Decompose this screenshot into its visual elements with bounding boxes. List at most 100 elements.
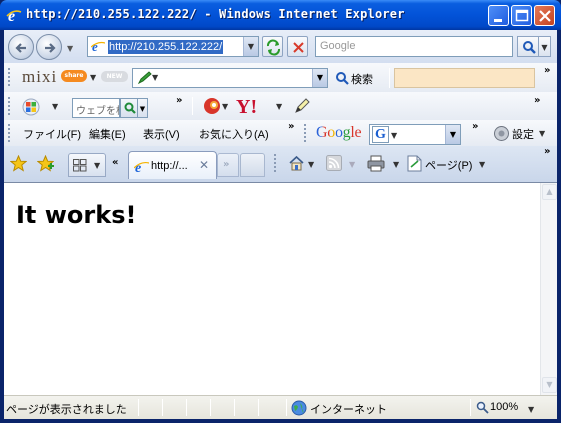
status-divider bbox=[138, 399, 139, 416]
scroll-tabs-left-icon[interactable]: « bbox=[112, 157, 119, 168]
home-icon[interactable] bbox=[288, 155, 305, 172]
page-heading: It works! bbox=[16, 201, 137, 229]
toolbar-grip[interactable] bbox=[304, 124, 306, 142]
globe-dropdown-icon[interactable]: ▼ bbox=[222, 102, 228, 111]
toolbar-grip[interactable] bbox=[8, 68, 10, 88]
menu-favorites[interactable]: お気に入り(A) bbox=[199, 126, 269, 142]
svg-text:e: e bbox=[135, 161, 141, 174]
settings-dropdown-icon[interactable]: ▼ bbox=[539, 129, 545, 138]
browser-frame: ▼ e http://210.255.122.222/ ▼ Google ▼ m… bbox=[4, 30, 557, 419]
menu-overflow-chevron-icon[interactable]: » bbox=[288, 121, 295, 132]
google-logo[interactable]: Google bbox=[316, 124, 362, 142]
zoom-level[interactable]: 100% bbox=[490, 401, 518, 413]
menu-file[interactable]: ファイル(F) bbox=[23, 126, 81, 142]
mixi-search-label[interactable]: 検索 bbox=[351, 71, 373, 87]
google-g-icon[interactable]: G bbox=[372, 126, 389, 143]
page-icon[interactable] bbox=[407, 155, 422, 172]
favorites-star-icon[interactable] bbox=[10, 155, 27, 172]
toolbar-grip[interactable] bbox=[8, 97, 10, 115]
add-to-favorites-icon[interactable] bbox=[37, 155, 54, 172]
refresh-button[interactable] bbox=[262, 36, 283, 57]
toolbar-overflow-chevron-icon[interactable]: » bbox=[534, 95, 541, 106]
status-divider bbox=[258, 399, 259, 416]
home-dropdown-icon[interactable]: ▼ bbox=[308, 160, 314, 169]
minimize-button[interactable] bbox=[488, 5, 509, 26]
new-tab-button[interactable] bbox=[240, 153, 265, 177]
scroll-tabs-right-button[interactable]: » bbox=[217, 153, 239, 177]
google-combo-dropdown-icon[interactable]: ▼ bbox=[445, 125, 460, 144]
google-toolbar-overflow-chevron-icon[interactable]: » bbox=[472, 121, 479, 132]
tab-bar: ▼ « e http://... ✕ » ▼ ▼ ▼ ページ(P) ▼ » bbox=[4, 146, 557, 182]
refresh-icon bbox=[267, 39, 280, 56]
web-search-input[interactable]: ウェブを検 bbox=[72, 98, 120, 118]
address-dropdown-icon[interactable]: ▼ bbox=[243, 37, 258, 56]
scroll-down-arrow-icon[interactable]: ▼ bbox=[542, 377, 557, 393]
address-bar[interactable]: e http://210.255.122.222/ ▼ bbox=[87, 36, 259, 57]
svg-text:e: e bbox=[8, 8, 15, 23]
tab-list-dropdown-icon[interactable]: ▼ bbox=[94, 161, 100, 170]
command-bar-overflow-chevron-icon[interactable]: » bbox=[544, 146, 551, 157]
feed-dropdown-icon[interactable]: ▼ bbox=[349, 160, 355, 169]
pencil-dropdown-icon[interactable]: ▼ bbox=[152, 73, 158, 82]
toolbar-overflow-chevron-icon[interactable]: » bbox=[176, 95, 183, 106]
mixi-logo[interactable]: mixi bbox=[22, 67, 57, 87]
zoom-dropdown-icon[interactable]: ▼ bbox=[528, 405, 534, 414]
windows-menu-dropdown-icon[interactable]: ▼ bbox=[52, 102, 58, 111]
toolbar-overflow-chevron-icon[interactable]: » bbox=[544, 65, 551, 76]
mixi-share-badge[interactable]: share bbox=[61, 70, 87, 82]
page-menu-dropdown-icon[interactable]: ▼ bbox=[479, 160, 485, 169]
yahoo-dropdown-icon[interactable]: ▼ bbox=[276, 102, 282, 111]
web-search-dropdown-icon[interactable]: ▼ bbox=[138, 98, 148, 118]
zoom-magnifier-icon[interactable] bbox=[476, 401, 489, 414]
scroll-up-arrow-icon[interactable]: ▲ bbox=[542, 184, 557, 200]
toolbar-separator bbox=[192, 97, 193, 115]
mixi-input-field[interactable] bbox=[394, 68, 535, 88]
vertical-scrollbar[interactable]: ▲ ▼ bbox=[540, 183, 557, 395]
title-bar[interactable]: e http://210.255.122.222/ - Windows Inte… bbox=[0, 0, 561, 30]
firefox-like-globe-icon[interactable] bbox=[203, 97, 221, 115]
close-window-button[interactable] bbox=[534, 5, 555, 26]
mixi-menu-dropdown-icon[interactable]: ▼ bbox=[90, 73, 96, 82]
address-row: ▼ e http://210.255.122.222/ ▼ Google ▼ bbox=[4, 30, 557, 63]
mixi-search-combo[interactable]: ▼ ▼ bbox=[132, 68, 328, 88]
history-dropdown-icon[interactable]: ▼ bbox=[67, 44, 73, 53]
search-options-dropdown[interactable]: ▼ bbox=[539, 36, 551, 57]
quick-tabs-button[interactable]: ▼ bbox=[68, 153, 106, 177]
windows-logo-icon[interactable] bbox=[22, 98, 40, 116]
ie-page-icon: e bbox=[91, 39, 105, 53]
menu-view[interactable]: 表示(V) bbox=[143, 126, 180, 142]
maximize-button[interactable] bbox=[511, 5, 532, 26]
print-icon[interactable] bbox=[367, 155, 385, 172]
settings-label[interactable]: 設定 bbox=[512, 126, 534, 142]
tab-current[interactable]: e http://... ✕ bbox=[128, 151, 217, 179]
search-input[interactable]: Google bbox=[315, 36, 513, 57]
tab-title: http://... bbox=[151, 160, 188, 172]
forward-button[interactable] bbox=[36, 34, 62, 60]
google-g-dropdown-icon[interactable]: ▼ bbox=[391, 131, 397, 140]
back-button[interactable] bbox=[8, 34, 34, 60]
mixi-combo-dropdown-icon[interactable]: ▼ bbox=[312, 69, 327, 87]
address-url[interactable]: http://210.255.122.222/ bbox=[108, 40, 224, 54]
print-dropdown-icon[interactable]: ▼ bbox=[393, 160, 399, 169]
stop-button[interactable] bbox=[287, 36, 308, 57]
rss-feed-icon[interactable] bbox=[326, 155, 342, 171]
web-search-button[interactable] bbox=[120, 98, 138, 118]
close-tab-icon[interactable]: ✕ bbox=[199, 158, 209, 172]
menu-edit[interactable]: 編集(E) bbox=[89, 126, 126, 142]
toolbar-grip[interactable] bbox=[8, 124, 10, 142]
status-bar: ページが表示されました インターネット 100% ▼ bbox=[4, 395, 557, 419]
yahoo-logo-icon[interactable]: Y! bbox=[236, 96, 270, 116]
page-menu-label[interactable]: ページ(P) bbox=[425, 157, 472, 173]
status-divider bbox=[470, 399, 471, 416]
toolbar-grip[interactable] bbox=[274, 154, 276, 174]
scroll-tabs-right-icon: » bbox=[223, 159, 230, 170]
status-divider bbox=[162, 399, 163, 416]
highlighter-pen-icon[interactable] bbox=[293, 97, 311, 115]
security-zone-text[interactable]: インターネット bbox=[310, 401, 387, 417]
internet-zone-globe-icon[interactable] bbox=[291, 400, 307, 416]
search-button[interactable] bbox=[517, 36, 539, 57]
google-search-combo[interactable]: G ▼ ▼ bbox=[369, 124, 461, 145]
mixi-new-badge[interactable]: NEW bbox=[101, 71, 128, 82]
settings-gear-icon[interactable] bbox=[493, 125, 510, 142]
status-text: ページが表示されました bbox=[6, 404, 127, 416]
